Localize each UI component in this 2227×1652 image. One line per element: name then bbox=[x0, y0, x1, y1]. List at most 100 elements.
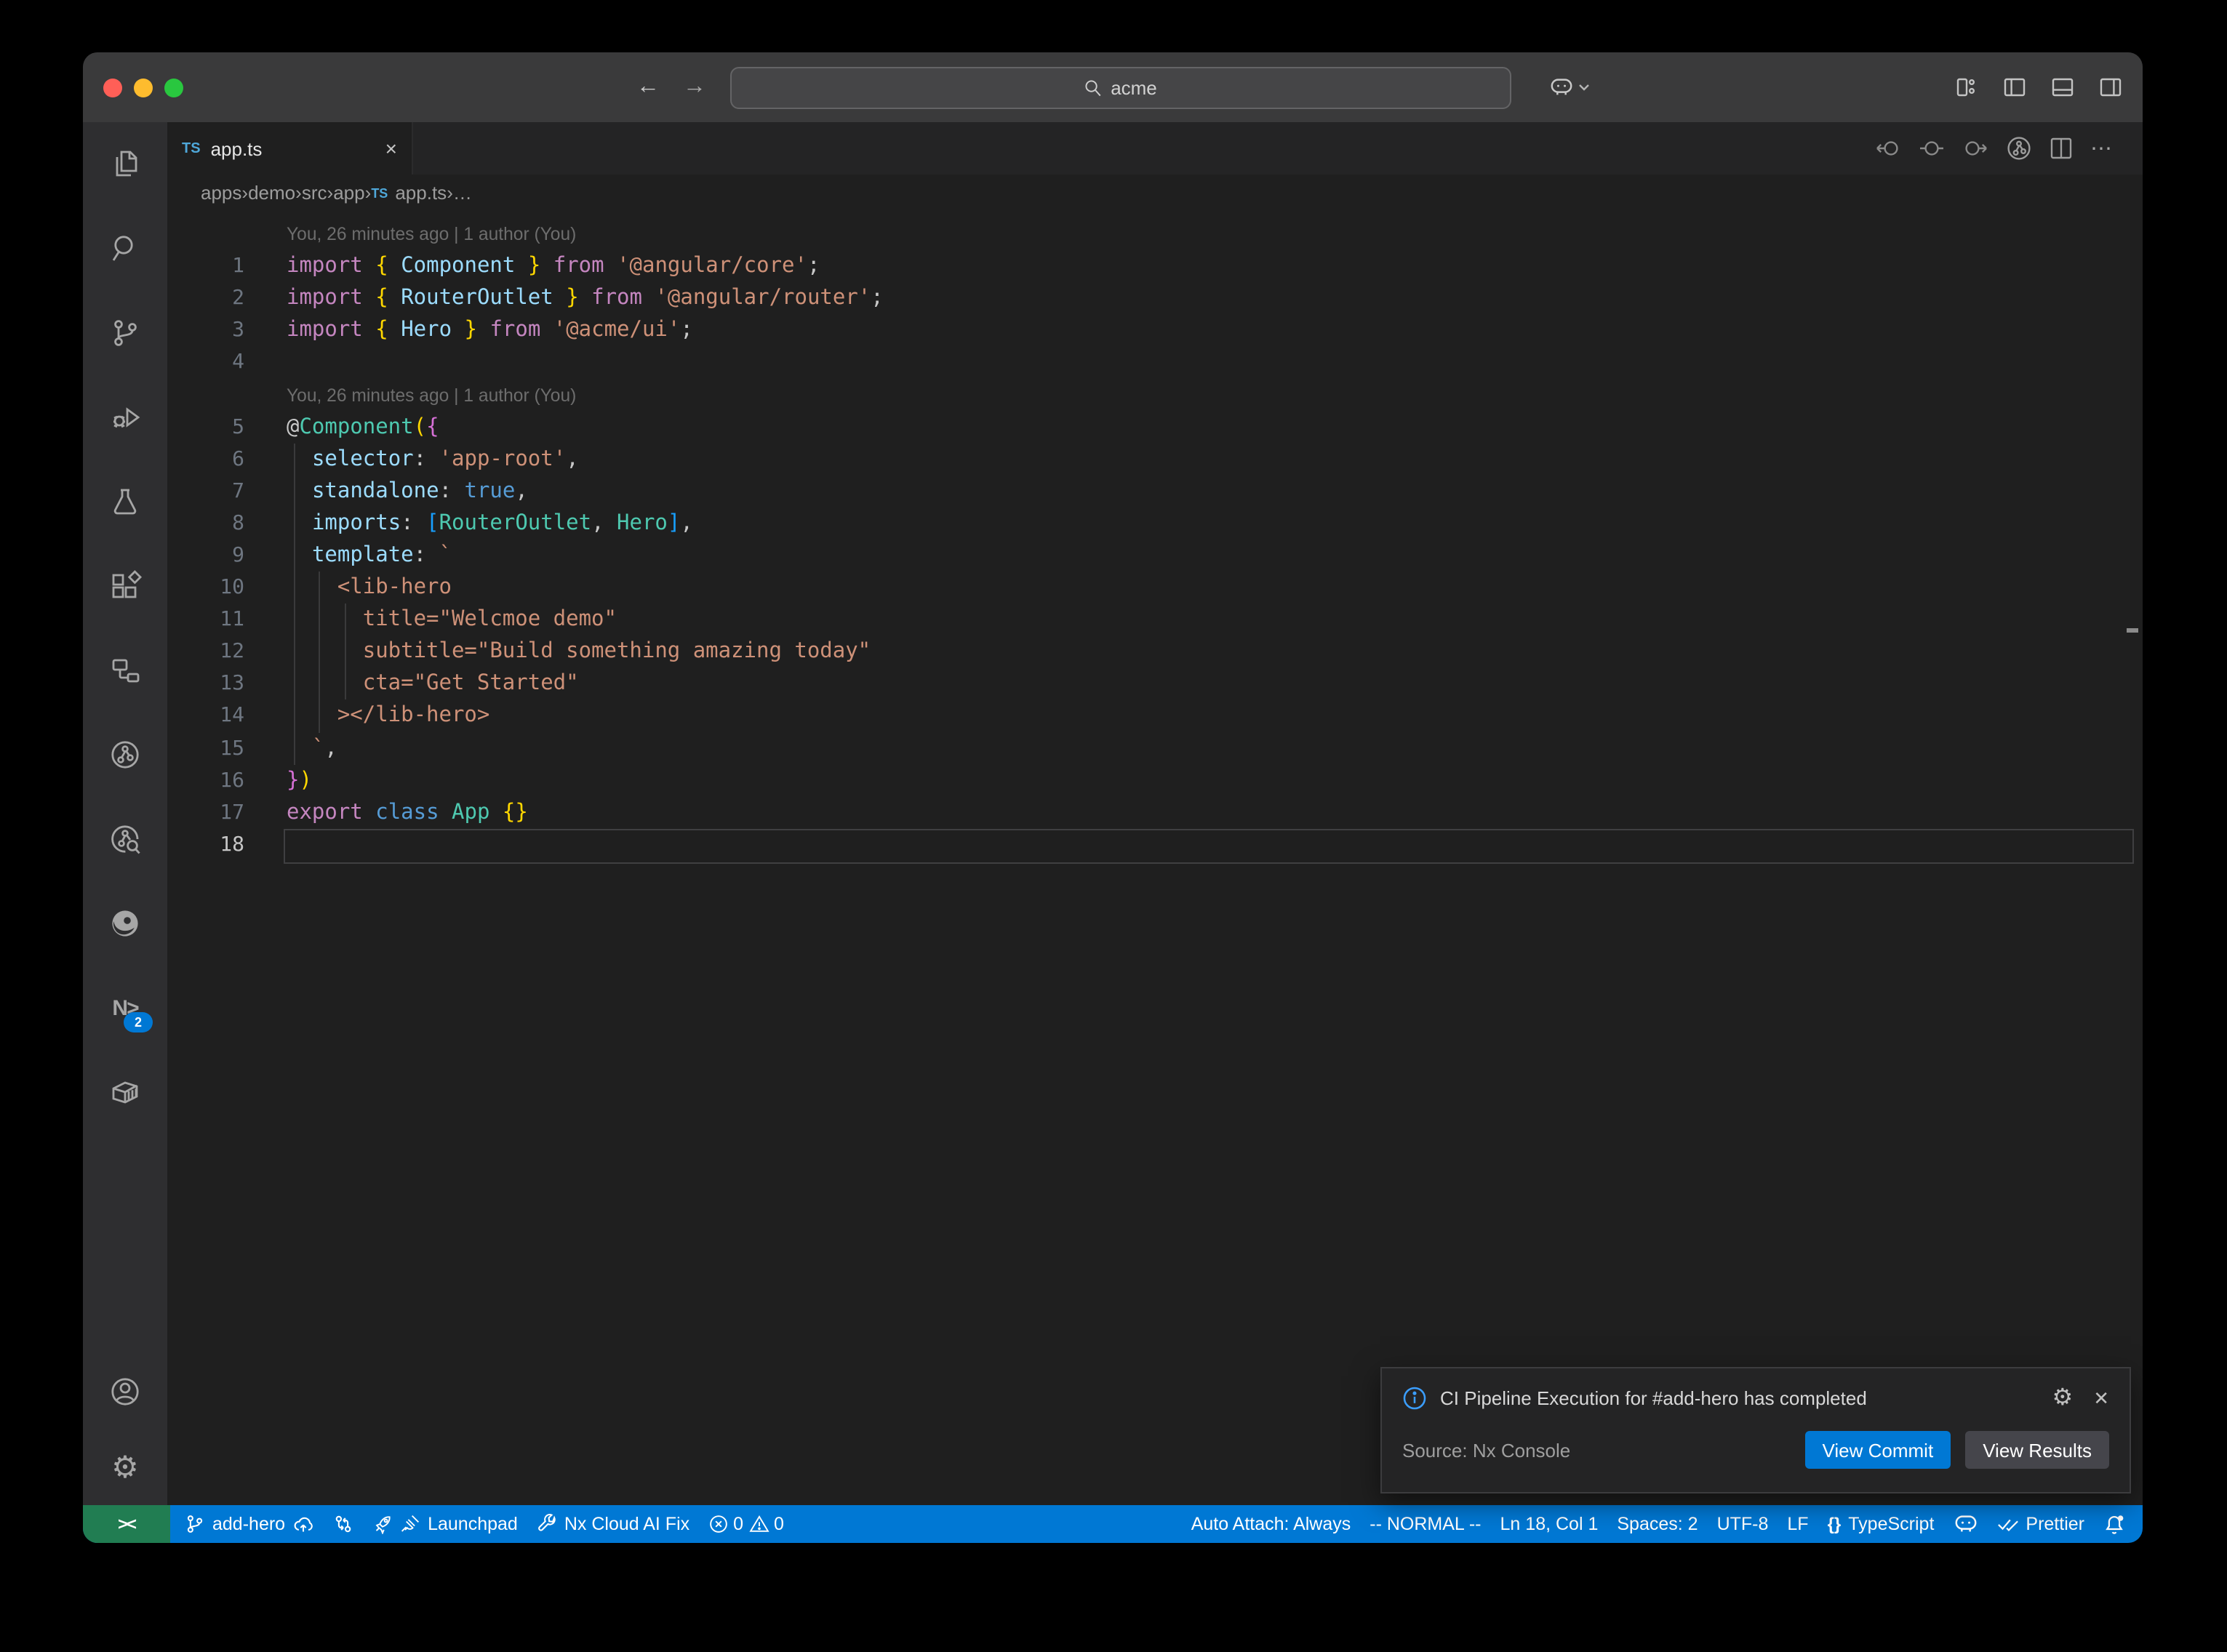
rocket-icon bbox=[372, 1514, 393, 1534]
cursor-position-status[interactable]: Ln 18, Col 1 bbox=[1500, 1514, 1599, 1534]
sidebar-item-gitlens[interactable] bbox=[83, 713, 167, 797]
code-line[interactable]: 3import { Hero } from '@acme/ui'; bbox=[167, 315, 2143, 347]
breadcrumb-item[interactable]: … bbox=[453, 182, 472, 204]
code-line[interactable]: 13 cta="Get Started" bbox=[167, 668, 2143, 700]
toggle-primary-sidebar-icon[interactable] bbox=[2003, 76, 2026, 99]
close-tab-icon[interactable]: × bbox=[385, 138, 397, 159]
sidebar-item-extensions[interactable] bbox=[83, 544, 167, 628]
editor-actions: ⋯ bbox=[1875, 122, 2143, 175]
code-line[interactable]: 10 <lib-hero bbox=[167, 572, 2143, 604]
sidebar-item-explorer[interactable] bbox=[83, 122, 167, 206]
breadcrumb-separator-icon: › bbox=[327, 182, 334, 204]
typescript-file-icon: TS bbox=[371, 185, 388, 200]
sidebar-item-nx-console[interactable]: N> 2 bbox=[83, 966, 167, 1050]
sidebar-item-containers[interactable] bbox=[83, 1050, 167, 1134]
code-line[interactable]: 6 selector: 'app-root', bbox=[167, 443, 2143, 475]
close-window-button[interactable] bbox=[103, 78, 122, 97]
line-number: 6 bbox=[167, 447, 244, 470]
nx-cloud-status[interactable]: Nx Cloud AI Fix bbox=[537, 1514, 689, 1534]
zoom-window-button[interactable] bbox=[164, 78, 183, 97]
code-line[interactable]: 8 imports: [RouterOutlet, Hero], bbox=[167, 508, 2143, 540]
commit-graph-icon[interactable] bbox=[2006, 135, 2032, 161]
code-line[interactable]: 14 ></lib-hero> bbox=[167, 700, 2143, 732]
indentation-status[interactable]: Spaces: 2 bbox=[1617, 1514, 1698, 1534]
notifications-status[interactable] bbox=[2103, 1513, 2125, 1535]
toggle-panel-icon[interactable] bbox=[2051, 76, 2074, 99]
code-line[interactable]: 2import { RouterOutlet } from '@angular/… bbox=[167, 282, 2143, 314]
forward-icon[interactable]: → bbox=[683, 76, 706, 99]
code-line[interactable]: 5@Component({ bbox=[167, 411, 2143, 443]
view-results-button[interactable]: View Results bbox=[1965, 1431, 2109, 1469]
auto-attach-status[interactable]: Auto Attach: Always bbox=[1191, 1514, 1351, 1534]
sidebar-item-settings[interactable]: ⚙ bbox=[83, 1430, 167, 1505]
eol-status[interactable]: LF bbox=[1787, 1514, 1808, 1534]
sidebar-item-testing[interactable] bbox=[83, 460, 167, 544]
sidebar-item-accounts[interactable] bbox=[83, 1354, 167, 1430]
launchpad-status[interactable]: Launchpad bbox=[372, 1514, 518, 1534]
code-line[interactable]: 16}) bbox=[167, 764, 2143, 796]
blame-annotation: You, 26 minutes ago | 1 author (You) bbox=[167, 379, 2143, 411]
overview-ruler-cursor-mark bbox=[2127, 628, 2138, 633]
line-number: 17 bbox=[167, 801, 244, 824]
back-icon[interactable]: ← bbox=[636, 76, 660, 99]
code-editor[interactable]: You, 26 minutes ago | 1 author (You) 1imp… bbox=[167, 211, 2143, 1505]
notification-settings-icon[interactable]: ⚙ bbox=[2052, 1387, 2074, 1410]
breadcrumb-item[interactable]: TSapp.ts bbox=[371, 182, 447, 204]
remote-icon: >< bbox=[118, 1514, 135, 1534]
plug-icon bbox=[400, 1514, 420, 1534]
encoding-status[interactable]: UTF-8 bbox=[1717, 1514, 1769, 1534]
error-count: 0 bbox=[733, 1514, 743, 1534]
code-line[interactable]: 11 title="Welcmoe demo" bbox=[167, 604, 2143, 635]
view-commit-button[interactable]: View Commit bbox=[1805, 1431, 1951, 1469]
minimize-window-button[interactable] bbox=[134, 78, 153, 97]
more-actions-icon[interactable]: ⋯ bbox=[2090, 135, 2114, 161]
code-line[interactable]: 9 template: ` bbox=[167, 540, 2143, 572]
customize-layout-icon[interactable] bbox=[1955, 76, 1978, 99]
git-compare-status[interactable] bbox=[333, 1514, 353, 1534]
split-editor-icon[interactable] bbox=[2050, 137, 2073, 160]
code-line[interactable]: 15 `, bbox=[167, 732, 2143, 764]
remote-indicator[interactable]: >< bbox=[83, 1505, 170, 1543]
copilot-status[interactable] bbox=[1953, 1514, 1978, 1534]
toggle-secondary-sidebar-icon[interactable] bbox=[2099, 76, 2122, 99]
command-center-search[interactable]: acme bbox=[729, 66, 1511, 108]
code-line[interactable]: 7 standalone: true, bbox=[167, 476, 2143, 508]
previous-change-icon[interactable] bbox=[1875, 137, 1901, 160]
branch-name: add-hero bbox=[212, 1514, 285, 1534]
code-line[interactable]: 18 bbox=[167, 829, 2143, 861]
formatter-status[interactable]: Prettier bbox=[1996, 1514, 2084, 1534]
line-number: 8 bbox=[167, 512, 244, 535]
double-check-icon bbox=[1996, 1515, 2018, 1533]
sidebar-item-source-control[interactable] bbox=[83, 291, 167, 375]
breadcrumb-item[interactable]: demo bbox=[248, 182, 295, 204]
warning-icon bbox=[749, 1514, 769, 1534]
vscode-window: ← → acme bbox=[83, 52, 2143, 1543]
code-line[interactable]: 17export class App {} bbox=[167, 796, 2143, 828]
sidebar-item-gitlens-inspect[interactable] bbox=[83, 797, 167, 881]
breadcrumb-item[interactable]: apps bbox=[201, 182, 241, 204]
problems-status[interactable]: 0 0 bbox=[708, 1514, 784, 1534]
notification-close-icon[interactable]: ✕ bbox=[2093, 1389, 2109, 1408]
sidebar-item-search[interactable] bbox=[83, 206, 167, 291]
language-mode-status[interactable]: {} TypeScript bbox=[1828, 1514, 1935, 1534]
next-change-icon[interactable] bbox=[1962, 137, 1988, 160]
breadcrumb-item[interactable]: app bbox=[333, 182, 364, 204]
breadcrumb-separator-icon: › bbox=[447, 182, 453, 204]
tab-app-ts[interactable]: TS app.ts × bbox=[167, 122, 413, 175]
code-line[interactable]: 4 bbox=[167, 347, 2143, 379]
explorer-icon bbox=[108, 147, 143, 182]
breadcrumb-item[interactable]: src bbox=[302, 182, 327, 204]
sidebar-item-run-debug[interactable] bbox=[83, 375, 167, 460]
source-control-icon bbox=[108, 316, 143, 350]
info-icon bbox=[1402, 1386, 1427, 1411]
code-line[interactable]: 12 subtitle="Build something amazing tod… bbox=[167, 635, 2143, 667]
copilot-menu-button[interactable] bbox=[1548, 77, 1589, 97]
sidebar-item-project-graph[interactable] bbox=[83, 628, 167, 713]
sidebar-item-browser-swirl[interactable] bbox=[83, 881, 167, 966]
code-line[interactable]: 1import { Component } from '@angular/cor… bbox=[167, 250, 2143, 282]
changes-icon[interactable] bbox=[1919, 137, 1945, 160]
vim-mode-status[interactable]: -- NORMAL -- bbox=[1370, 1514, 1481, 1534]
warning-count: 0 bbox=[774, 1514, 784, 1534]
git-branch-status[interactable]: add-hero bbox=[185, 1514, 314, 1534]
tab-label: app.ts bbox=[211, 137, 375, 159]
